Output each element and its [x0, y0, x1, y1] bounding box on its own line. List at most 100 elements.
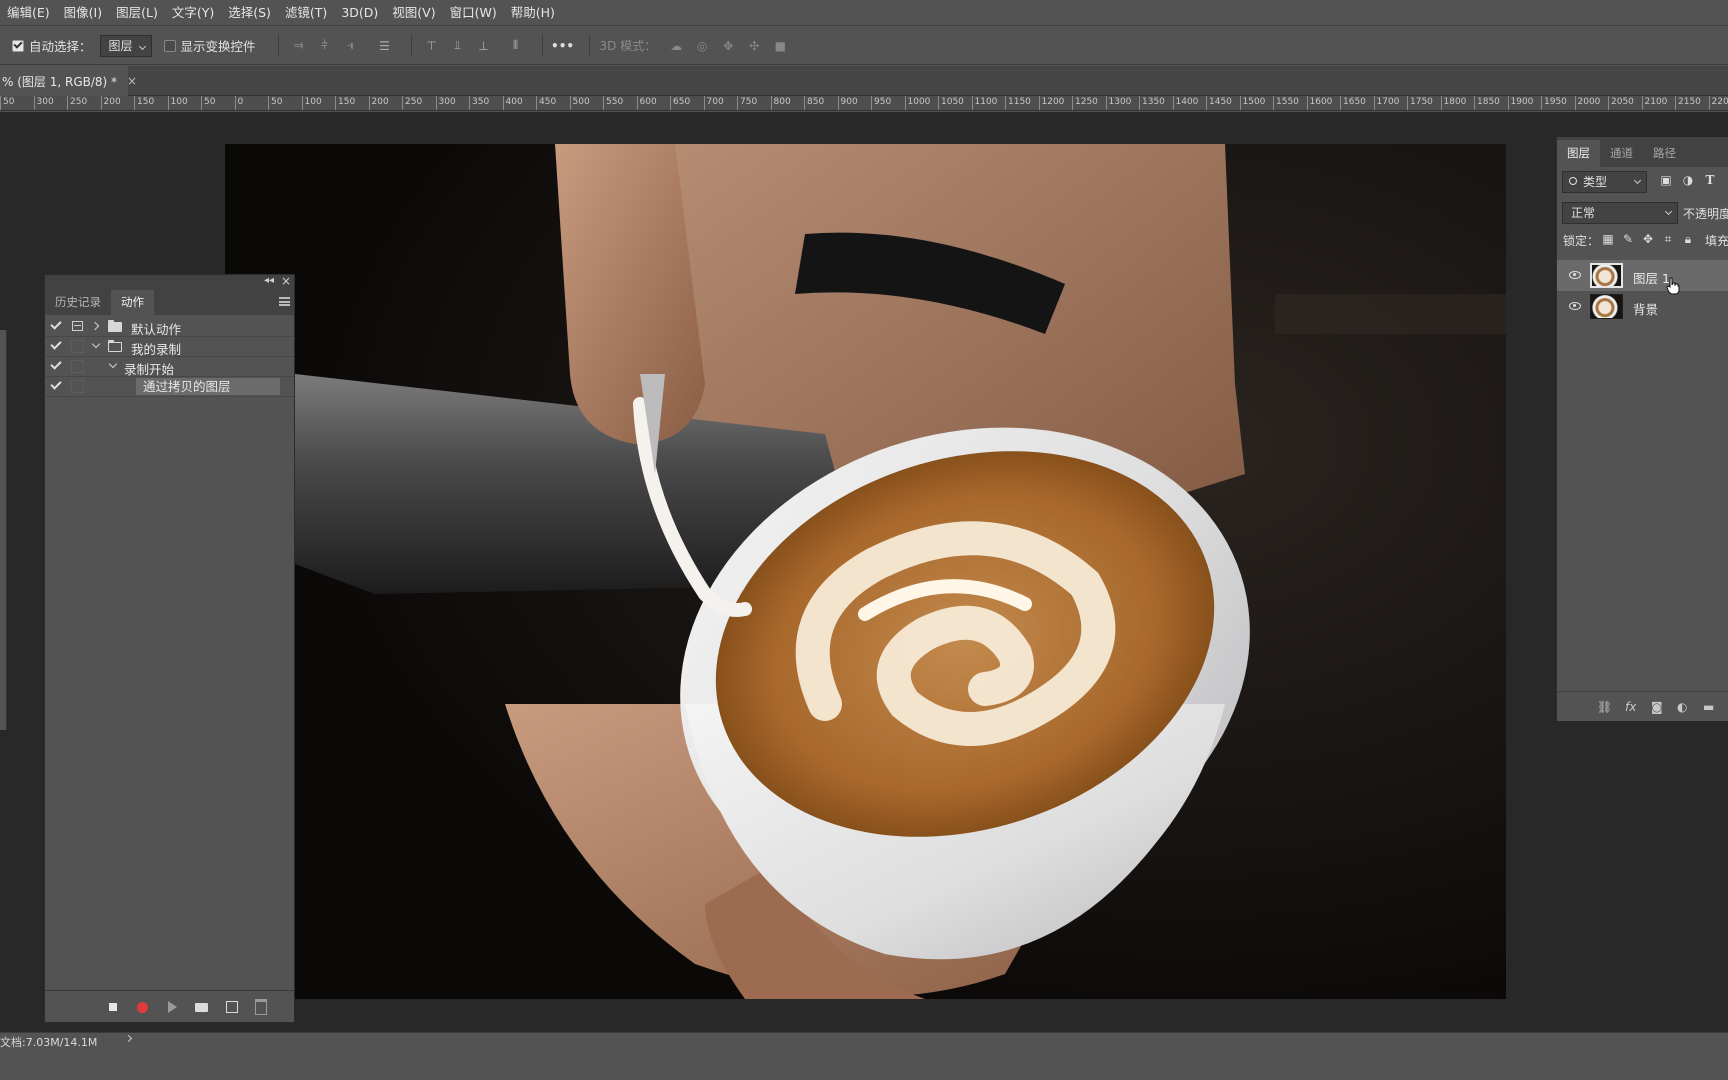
dialog-toggle-empty[interactable]: [71, 380, 84, 393]
checkmark-icon[interactable]: [50, 378, 62, 390]
mask-icon[interactable]: ◙: [1651, 700, 1663, 714]
ruler-tick-label: 250: [402, 96, 422, 110]
dialog-toggle-empty[interactable]: [71, 360, 84, 373]
ruler-tick-label: 2050: [1608, 96, 1634, 110]
layer-row-layer1[interactable]: 图层 1: [1557, 260, 1728, 291]
ruler-tick-label: 150: [134, 96, 154, 110]
lock-artboard-icon[interactable]: ⌗: [1661, 232, 1675, 246]
lock-position-icon[interactable]: ✥: [1641, 232, 1655, 246]
ruler-tick-label: 2000: [1574, 96, 1600, 110]
action-row-default-actions[interactable]: 默认动作: [45, 317, 294, 337]
align-hcenter-icon[interactable]: ⫩: [315, 36, 335, 56]
chevron-down-icon[interactable]: [108, 359, 118, 369]
distribute-icon[interactable]: ☰: [375, 36, 395, 56]
document-tab[interactable]: % (图层 1, RGB/8) * ×: [0, 66, 137, 96]
slide-3d-icon[interactable]: ✣: [744, 36, 764, 56]
menu-edit[interactable]: 编辑(E): [0, 0, 57, 26]
new-group-icon[interactable]: ▬: [1703, 700, 1714, 714]
lock-all-icon[interactable]: 🔒︎: [1681, 232, 1695, 246]
ruler-tick-label: 950: [871, 96, 891, 110]
menu-layer[interactable]: 图层(L): [109, 0, 165, 26]
actions-bottom-bar: [45, 990, 294, 1022]
camera-3d-icon[interactable]: ■: [770, 36, 790, 56]
menu-view[interactable]: 视图(V): [385, 0, 442, 26]
distribute-v-icon[interactable]: ⫴: [506, 36, 526, 56]
eye-icon[interactable]: [1569, 302, 1581, 310]
align-left-icon[interactable]: ⫤: [289, 36, 309, 56]
drag-3d-icon[interactable]: ✥: [718, 36, 738, 56]
action-row-layer-via-copy[interactable]: 通过拷贝的图层: [45, 377, 294, 397]
divider: [410, 34, 412, 57]
new-action-button[interactable]: [224, 999, 240, 1015]
record-button[interactable]: [134, 999, 150, 1015]
blend-row: 正常 不透明度: [1557, 199, 1728, 227]
dialog-toggle-icon[interactable]: [72, 321, 83, 331]
filter-type-icon[interactable]: T: [1703, 173, 1717, 187]
checkmark-icon[interactable]: [50, 318, 62, 330]
lock-pixels-icon[interactable]: ✎: [1621, 232, 1635, 246]
blend-mode-value: 正常: [1571, 206, 1596, 220]
roll-3d-icon[interactable]: ◎: [692, 36, 712, 56]
stop-button[interactable]: [105, 999, 121, 1015]
menu-image[interactable]: 图像(I): [57, 0, 109, 26]
ruler-tick-label: 1200: [1038, 96, 1064, 110]
horizontal-ruler[interactable]: 50 300 250 200 150 100 50 0 50 100 150 200 250 300 350…: [0, 96, 1728, 111]
lock-transparency-icon[interactable]: ▦: [1601, 232, 1615, 246]
layer-row-background[interactable]: 背景: [1557, 291, 1728, 322]
fx-icon[interactable]: fx: [1625, 700, 1636, 714]
layers-panel-tabs: 图层 通道 路径: [1557, 137, 1728, 167]
menu-3d[interactable]: 3D(D): [334, 0, 385, 26]
filter-pixel-icon[interactable]: ▣: [1659, 173, 1673, 187]
panel-menu-icon[interactable]: [279, 297, 290, 306]
checkmark-icon[interactable]: [50, 358, 62, 370]
more-options-icon[interactable]: •••: [551, 36, 574, 56]
orbit-3d-icon[interactable]: ☁: [666, 36, 686, 56]
tab-channels[interactable]: 通道: [1600, 140, 1643, 167]
align-top-icon[interactable]: ⊤: [422, 36, 442, 56]
new-set-button[interactable]: [193, 999, 209, 1015]
action-row-my-recording[interactable]: 我的录制: [45, 337, 294, 357]
align-vcenter-icon[interactable]: ⫫: [448, 36, 468, 56]
close-icon[interactable]: ×: [127, 74, 137, 88]
delete-button[interactable]: [253, 999, 269, 1015]
play-button[interactable]: [164, 999, 180, 1015]
ruler-tick-label: 1300: [1105, 96, 1131, 110]
close-icon[interactable]: ×: [281, 274, 291, 288]
canvas-workspace[interactable]: ◂◂ × 历史记录 动作 默认动作 我的录制 录制开始 通过拷贝的图层: [0, 112, 1728, 1032]
tab-paths[interactable]: 路径: [1643, 140, 1686, 167]
panel-header-grip[interactable]: ◂◂ ×: [45, 274, 294, 290]
eye-icon[interactable]: [1569, 271, 1581, 279]
auto-select-checkbox[interactable]: [12, 39, 24, 52]
link-icon[interactable]: ⛓: [1597, 700, 1612, 714]
tab-layers[interactable]: 图层: [1557, 140, 1600, 167]
collapse-panel-icon[interactable]: ◂◂: [264, 275, 274, 286]
layer-filter-dropdown[interactable]: 类型: [1562, 171, 1647, 193]
checkmark-icon[interactable]: [50, 338, 62, 350]
latte-art-photo: [225, 144, 1506, 999]
chevron-right-icon[interactable]: [124, 1034, 133, 1043]
chevron-right-icon[interactable]: [90, 321, 100, 331]
divider: [277, 34, 279, 57]
action-row-record-start[interactable]: 录制开始: [45, 357, 294, 377]
align-right-icon[interactable]: ⫣: [341, 36, 361, 56]
menu-help[interactable]: 帮助(H): [504, 0, 562, 26]
menu-filter[interactable]: 滤镜(T): [278, 0, 334, 26]
tab-actions[interactable]: 动作: [111, 290, 154, 315]
tab-history[interactable]: 历史记录: [45, 290, 111, 315]
menu-window[interactable]: 窗口(W): [443, 0, 504, 26]
filter-adjustment-icon[interactable]: ◑: [1681, 173, 1695, 187]
adjustment-layer-icon[interactable]: ◐: [1677, 700, 1687, 714]
ruler-tick-label: 600: [636, 96, 657, 110]
menu-type[interactable]: 文字(Y): [165, 0, 221, 26]
ruler-tick-label: 100: [167, 96, 188, 110]
ruler-tick-label: 450: [536, 96, 556, 110]
chevron-down-icon[interactable]: [91, 339, 101, 349]
document-canvas[interactable]: [225, 144, 1506, 999]
auto-select-dropdown[interactable]: 图层: [99, 34, 152, 57]
blend-mode-dropdown[interactable]: 正常: [1562, 202, 1678, 224]
align-bottom-icon[interactable]: ⊥: [474, 36, 494, 56]
dialog-toggle-empty[interactable]: [71, 340, 84, 353]
show-transform-checkbox[interactable]: [163, 39, 176, 52]
menu-select[interactable]: 选择(S): [221, 0, 278, 26]
layer-name: 图层 1: [1633, 271, 1670, 286]
